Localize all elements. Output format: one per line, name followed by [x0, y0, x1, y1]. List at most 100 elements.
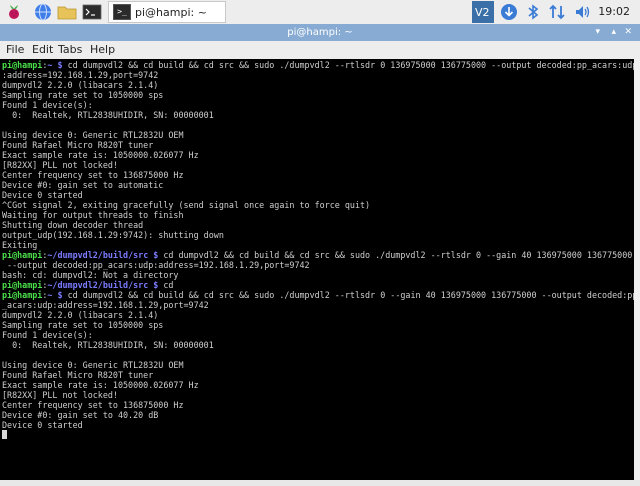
prompt-path: ~/dumpvdl2/build/src $ [47, 250, 159, 260]
terminal-text: dumpvdl2 2.2.0 (libacars 2.1.4) [2, 310, 159, 320]
terminal-line: 0: Realtek, RTL2838UHIDIR, SN: 00000001 [2, 110, 634, 120]
terminal-line: Found 1 device(s): [2, 100, 634, 110]
terminal-text: Found Rafael Micro R820T tuner [2, 370, 154, 380]
terminal-line: Center frequency set to 136875000 Hz [2, 170, 634, 180]
web-browser-icon[interactable] [32, 1, 54, 23]
terminal-line: Using device 0: Generic RTL2832U OEM [2, 360, 634, 370]
terminal-text: Center frequency set to 136875000 Hz [2, 170, 184, 180]
taskbar-window-label: pi@hampi: ~ [135, 5, 207, 19]
window-title: pi@hampi: ~ [287, 27, 353, 38]
terminal-text: Sampling rate set to 1050000 sps [2, 90, 164, 100]
terminal-text: cd dumpvdl2 && cd build && cd src && sud… [158, 250, 633, 260]
terminal-line: Center frequency set to 136875000 Hz [2, 400, 634, 410]
file-manager-icon[interactable] [56, 1, 78, 23]
network-icon[interactable] [546, 1, 568, 23]
terminal-cursor [2, 430, 7, 439]
terminal-cursor-line [2, 430, 634, 440]
bluetooth-icon[interactable] [522, 1, 544, 23]
prompt-path: ~ $ [47, 60, 63, 70]
terminal-text: Exact sample rate is: 1050000.026077 Hz [2, 380, 199, 390]
terminal-text: Center frequency set to 136875000 Hz [2, 400, 184, 410]
terminal-line: Exact sample rate is: 1050000.026077 Hz [2, 380, 634, 390]
terminal-line: _acars:udp:address=192.168.1.29,port=974… [2, 300, 634, 310]
terminal-line: Exiting [2, 240, 634, 250]
terminal-line: :address=192.168.1.29,port=9742 [2, 70, 634, 80]
prompt-user: pi@hampi [2, 280, 43, 290]
svg-text:V2: V2 [475, 6, 490, 19]
terminal-line: Device 0 started [2, 190, 634, 200]
terminal-icon[interactable] [81, 1, 103, 23]
terminal-text: ^CGot signal 2, exiting gracefully (send… [2, 200, 371, 210]
minimize-icon[interactable]: ▾ [595, 24, 600, 41]
raspberry-menu-icon[interactable] [3, 1, 25, 23]
menu-tabs[interactable]: Tabs [58, 43, 82, 56]
terminal-line: Device #0: gain set to automatic [2, 180, 634, 190]
terminal-text: dumpvdl2 2.2.0 (libacars 2.1.4) [2, 80, 159, 90]
terminal-line: --output decoded:pp_acars:udp:address=19… [2, 260, 634, 270]
terminal-line: output_udp(192.168.1.29:9742): shutting … [2, 230, 634, 240]
terminal-text: --output decoded:pp_acars:udp:address=19… [2, 260, 310, 270]
prompt-user: pi@hampi [2, 250, 43, 260]
terminal-line: dumpvdl2 2.2.0 (libacars 2.1.4) [2, 80, 634, 90]
menu-help[interactable]: Help [90, 43, 115, 56]
terminal-line: Found Rafael Micro R820T tuner [2, 370, 634, 380]
terminal-line: ^CGot signal 2, exiting gracefully (send… [2, 200, 634, 210]
terminal-text: [R82XX] PLL not locked! [2, 390, 118, 400]
terminal-line: Sampling rate set to 1050000 sps [2, 320, 634, 330]
terminal-text: 0: Realtek, RTL2838UHIDIR, SN: 00000001 [2, 110, 214, 120]
terminal-text: Found 1 device(s): [2, 330, 93, 340]
menu-file[interactable]: File [6, 43, 24, 56]
terminal-line: Exact sample rate is: 1050000.026077 Hz [2, 150, 634, 160]
window-bottom-border [0, 480, 640, 486]
taskbar-window-button[interactable]: >_ pi@hampi: ~ [108, 1, 226, 23]
maximize-icon[interactable]: ▴ [611, 24, 616, 41]
terminal-text: Shutting down decoder thread [2, 220, 144, 230]
terminal-line: Shutting down decoder thread [2, 220, 634, 230]
download-icon[interactable] [498, 1, 520, 23]
terminal-text: Using device 0: Generic RTL2832U OEM [2, 360, 184, 370]
window-titlebar[interactable]: pi@hampi: ~ ▾ ▴ ✕ [0, 24, 640, 41]
terminal-output[interactable]: pi@hampi:~ $ cd dumpvdl2 && cd build && … [0, 59, 634, 480]
close-icon[interactable]: ✕ [624, 24, 632, 41]
terminal-text: cd dumpvdl2 && cd build && cd src && sud… [62, 290, 634, 300]
terminal-line: dumpvdl2 2.2.0 (libacars 2.1.4) [2, 310, 634, 320]
terminal-text: Using device 0: Generic RTL2832U OEM [2, 130, 184, 140]
terminal-line: pi@hampi:~/dumpvdl2/build/src $ cd [2, 280, 634, 290]
terminal-text: Waiting for output threads to finish [2, 210, 184, 220]
terminal-text: Device #0: gain set to 40.20 dB [2, 410, 159, 420]
terminal-line: Found Rafael Micro R820T tuner [2, 140, 634, 150]
terminal-line: pi@hampi:~ $ cd dumpvdl2 && cd build && … [2, 290, 634, 300]
terminal-line: Waiting for output threads to finish [2, 210, 634, 220]
terminal-text: Exact sample rate is: 1050000.026077 Hz [2, 150, 199, 160]
terminal-line: pi@hampi:~ $ cd dumpvdl2 && cd build && … [2, 60, 634, 70]
vnc-icon[interactable]: V2 [472, 1, 494, 23]
clock[interactable]: 19:02 [598, 5, 630, 18]
prompt-path: ~/dumpvdl2/build/src $ [47, 280, 159, 290]
terminal-text: bash: cd: dumpvdl2: Not a directory [2, 270, 179, 280]
terminal-line: pi@hampi:~/dumpvdl2/build/src $ cd dumpv… [2, 250, 634, 260]
terminal-line: 0: Realtek, RTL2838UHIDIR, SN: 00000001 [2, 340, 634, 350]
terminal-line: Using device 0: Generic RTL2832U OEM [2, 130, 634, 140]
top-panel: >_ pi@hampi: ~ V2 19:02 [0, 0, 640, 25]
menu-edit[interactable]: Edit [32, 43, 53, 56]
terminal-text: Found Rafael Micro R820T tuner [2, 140, 154, 150]
terminal-text: _acars:udp:address=192.168.1.29,port=974… [2, 300, 209, 310]
prompt-user: pi@hampi [2, 290, 43, 300]
terminal-text: Device #0: gain set to automatic [2, 180, 164, 190]
terminal-text: Device 0 started [2, 420, 83, 430]
menu-bar: File Edit Tabs Help [0, 41, 640, 60]
terminal-text: :address=192.168.1.29,port=9742 [2, 70, 159, 80]
terminal-line: Device #0: gain set to 40.20 dB [2, 410, 634, 420]
terminal-text: Sampling rate set to 1050000 sps [2, 320, 164, 330]
terminal-scrollbar[interactable] [634, 59, 640, 480]
terminal-text: cd dumpvdl2 && cd build && cd src && sud… [62, 60, 634, 70]
terminal-line: Device 0 started [2, 420, 634, 430]
prompt-path: ~ $ [47, 290, 63, 300]
terminal-text: Found 1 device(s): [2, 100, 93, 110]
terminal-icon: >_ [113, 4, 131, 20]
volume-icon[interactable] [572, 1, 594, 23]
terminal-line: bash: cd: dumpvdl2: Not a directory [2, 270, 634, 280]
terminal-text: Exiting [2, 240, 38, 250]
